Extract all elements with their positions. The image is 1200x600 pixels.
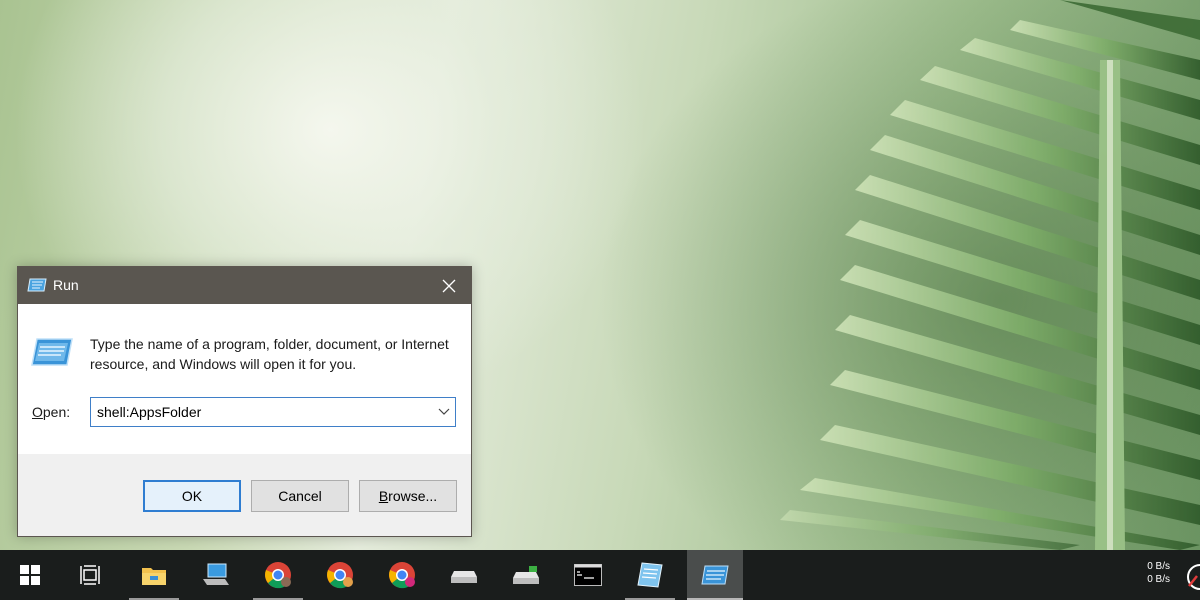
taskbar-this-pc[interactable] — [191, 550, 241, 600]
start-button[interactable] — [5, 550, 55, 600]
dialog-description: Type the name of a program, folder, docu… — [90, 336, 449, 372]
open-input-value[interactable]: shell:AppsFolder — [97, 404, 201, 420]
chrome-icon — [389, 562, 415, 589]
chrome-icon — [327, 562, 353, 589]
run-icon — [701, 565, 729, 585]
open-combobox[interactable]: shell:AppsFolder — [90, 397, 456, 427]
drive-icon — [451, 571, 477, 583]
notification-icon[interactable] — [1183, 562, 1200, 592]
notepad-icon — [637, 562, 663, 588]
dialog-titlebar[interactable]: Run — [18, 267, 471, 304]
upload-speed: 0 B/s — [1147, 561, 1170, 572]
this-pc-icon — [203, 563, 229, 585]
taskbar-command-prompt[interactable] — [563, 550, 613, 600]
taskbar-chrome-1[interactable] — [253, 550, 303, 600]
dialog-body: Type the name of a program, folder, docu… — [18, 304, 471, 454]
taskbar-drive-1[interactable] — [439, 550, 489, 600]
chrome-icon — [265, 562, 291, 589]
taskbar-chrome-2[interactable] — [315, 550, 365, 600]
taskbar-chrome-3[interactable] — [377, 550, 427, 600]
taskbar-drive-2[interactable] — [501, 550, 551, 600]
task-view-icon — [80, 565, 100, 585]
command-prompt-icon — [574, 564, 602, 586]
open-label-accesskey: O — [32, 404, 43, 420]
taskbar-run[interactable] — [687, 550, 743, 600]
drive-icon — [513, 566, 539, 584]
taskbar-file-explorer[interactable] — [129, 550, 179, 600]
file-explorer-icon — [142, 568, 166, 585]
chevron-down-icon[interactable] — [437, 406, 451, 418]
dialog-footer: OK Cancel Browse... — [18, 454, 471, 536]
network-speed-monitor[interactable]: 0 B/s 0 B/s — [1130, 560, 1170, 586]
download-speed: 0 B/s — [1147, 574, 1170, 585]
open-label-text: pen: — [42, 404, 71, 420]
ok-button[interactable]: OK — [143, 480, 241, 512]
open-label: Open: — [32, 404, 70, 420]
browse-button[interactable]: Browse... — [359, 480, 457, 512]
dialog-title: Run — [53, 277, 79, 293]
cancel-button[interactable]: Cancel — [251, 480, 349, 512]
close-button[interactable] — [427, 267, 471, 304]
browse-label-text: rowse... — [388, 488, 438, 504]
task-view-button[interactable] — [65, 550, 115, 600]
browse-accesskey: B — [378, 488, 389, 504]
windows-start-icon — [20, 565, 40, 585]
taskbar: 0 B/s 0 B/s — [0, 550, 1200, 600]
run-dialog: Run Type the name of a program, folder, … — [17, 266, 472, 537]
taskbar-notepad[interactable] — [625, 550, 675, 600]
run-icon — [31, 338, 73, 366]
close-icon — [442, 279, 456, 292]
run-icon — [27, 278, 47, 292]
